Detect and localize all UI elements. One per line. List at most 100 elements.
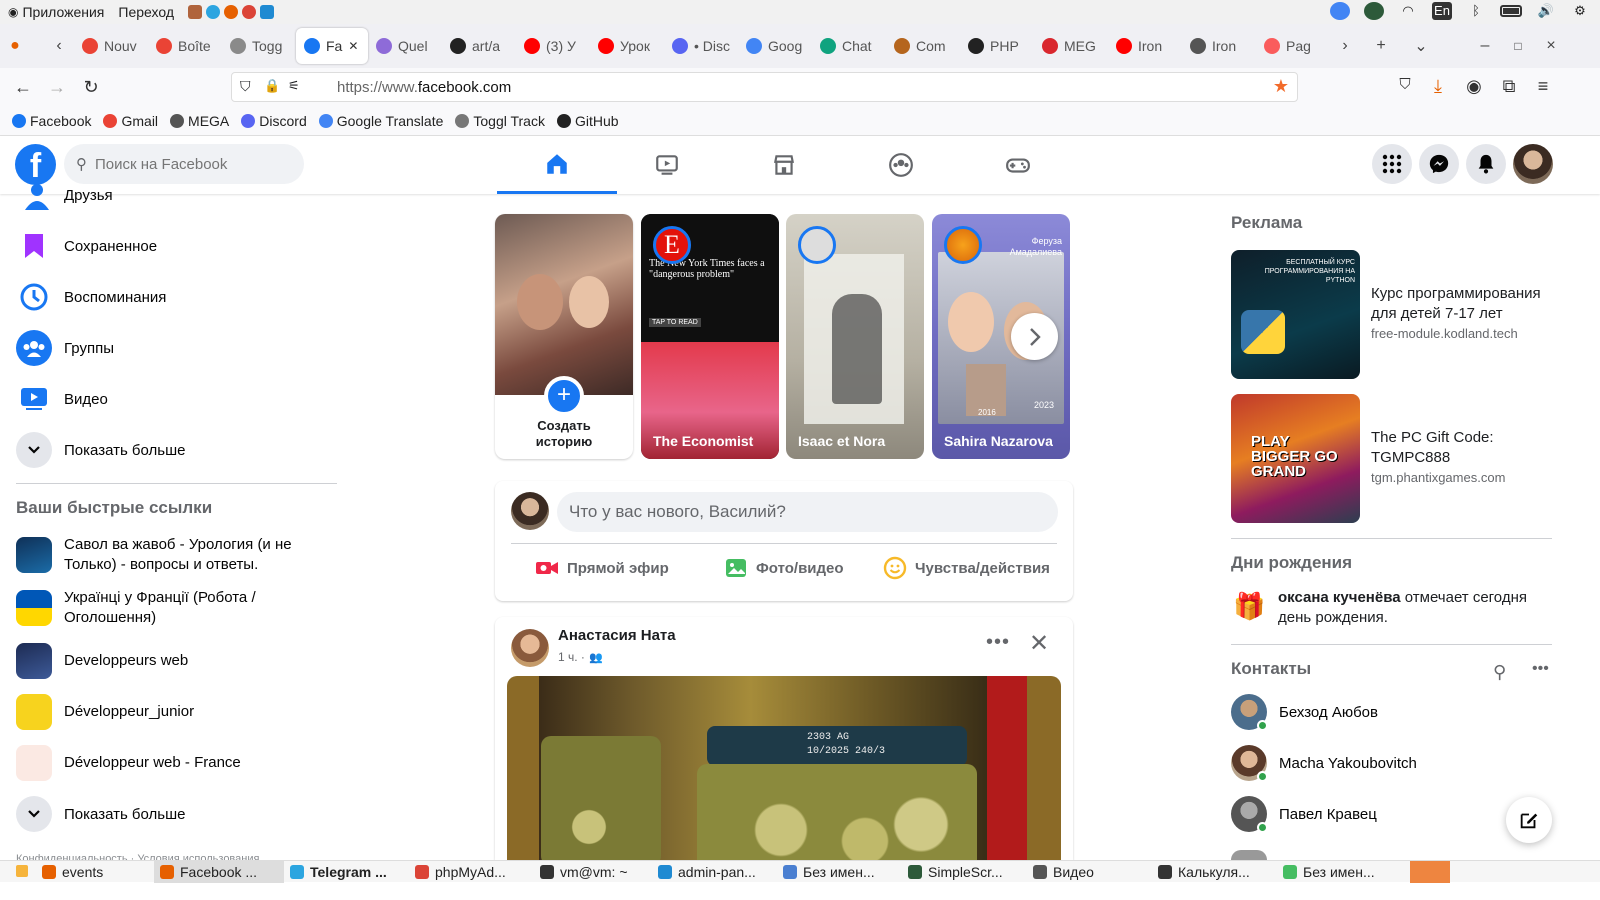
window-maximize-icon[interactable]: □: [1503, 39, 1533, 53]
contacts-more-icon[interactable]: •••: [1532, 660, 1549, 678]
vscode-launcher-icon[interactable]: [260, 5, 275, 19]
composer-avatar[interactable]: [511, 492, 549, 530]
tab-gmail[interactable]: Boîte: [148, 28, 222, 64]
new-message-button[interactable]: [1506, 797, 1552, 843]
tab-home[interactable]: [497, 136, 617, 194]
taskbar-item[interactable]: Без имен...: [1277, 861, 1402, 883]
sidebar-item-groups[interactable]: Группы: [16, 325, 114, 371]
contacts-search-icon[interactable]: ⚲: [1493, 662, 1506, 683]
sidebar-item-saved[interactable]: Сохраненное: [16, 223, 157, 269]
tab-mega[interactable]: MEG: [1034, 28, 1108, 64]
hamburger-menu-icon[interactable]: ≡: [1526, 76, 1560, 97]
weather-icon[interactable]: [1364, 2, 1384, 20]
feeling-button[interactable]: Чувства/действия: [883, 556, 1050, 580]
workspace-switcher[interactable]: [1410, 860, 1450, 883]
search-input[interactable]: [95, 155, 285, 173]
close-post-icon[interactable]: ✕: [1029, 629, 1049, 658]
apps-menu[interactable]: ◉ Приложения: [8, 4, 104, 20]
permissions-icon[interactable]: ⚟: [288, 78, 300, 94]
lock-icon[interactable]: 🔒: [264, 78, 280, 94]
tab-github[interactable]: PHP: [960, 28, 1034, 64]
menu-grid-button[interactable]: [1372, 144, 1412, 184]
ad-image-game[interactable]: PLAY BIGGER GO GRAND: [1231, 394, 1360, 523]
bookmark-google[interactable]: Gmail: [103, 113, 158, 129]
tab-chatgpt[interactable]: Chat: [812, 28, 886, 64]
contact-item[interactable]: Павел Кравец: [1231, 796, 1377, 833]
tab-discord[interactable]: • Disc: [664, 28, 738, 64]
telegram-launcher-icon[interactable]: [206, 5, 221, 19]
list-tabs-chevron-icon[interactable]: ⌄: [1406, 36, 1436, 56]
messenger-button[interactable]: [1419, 144, 1459, 184]
scroll-tabs-right-icon[interactable]: ›: [1330, 37, 1360, 55]
tab-com[interactable]: Com: [886, 28, 960, 64]
tab-youtube[interactable]: Урок: [590, 28, 664, 64]
composer-input[interactable]: Что у вас нового, Василий?: [557, 492, 1058, 532]
more-options-icon[interactable]: •••: [986, 631, 1010, 654]
bookmark-translate[interactable]: Google Translate: [318, 113, 443, 129]
post-image[interactable]: 2303 АG 10/2025 240/3: [507, 676, 1061, 860]
chrome-launcher-icon[interactable]: [242, 5, 257, 19]
add-story-plus-icon[interactable]: +: [544, 376, 584, 416]
account-icon[interactable]: ◉: [1457, 76, 1491, 97]
story-economist[interactable]: The New York Times faces a "dangerous pr…: [641, 214, 779, 459]
ad-title-2[interactable]: The PC Gift Code: TGMPC888: [1371, 428, 1551, 468]
story-isaac-nora[interactable]: Isaac et Nora: [786, 214, 924, 459]
birthday-text[interactable]: оксана кученёва отмечает сегодня день ро…: [1278, 588, 1548, 628]
shield-icon[interactable]: ⛉: [240, 78, 251, 95]
tab-gmail[interactable]: Nouv: [74, 28, 148, 64]
bookmark-github[interactable]: GitHub: [556, 113, 619, 129]
scroll-tabs-left-icon[interactable]: ‹: [44, 37, 74, 55]
taskbar-item[interactable]: Telegram ...: [284, 861, 409, 883]
bookmark-toggl[interactable]: Toggl Track: [455, 113, 545, 129]
keyboard-layout-indicator[interactable]: En: [1432, 2, 1452, 20]
tab-watch[interactable]: [607, 136, 727, 194]
taskbar-item[interactable]: SimpleScr...: [902, 861, 1027, 883]
taskbar-item[interactable]: phpMyAd...: [409, 861, 534, 883]
tab-translate[interactable]: Goog: [738, 28, 812, 64]
quick-link-item[interactable]: Developpeurs web: [16, 643, 316, 679]
quick-link-item[interactable]: Développeur web - France: [16, 745, 316, 781]
tab-itsy[interactable]: Pag: [1256, 28, 1330, 64]
go-menu[interactable]: Переход: [118, 4, 174, 20]
tab-youtube[interactable]: (3) У: [516, 28, 590, 64]
tab-toggl[interactable]: Togg: [222, 28, 296, 64]
profile-avatar-button[interactable]: [1513, 144, 1553, 184]
ad-title-1[interactable]: Курс программирования для детей 7-17 лет: [1371, 284, 1551, 324]
stories-next-button[interactable]: [1011, 313, 1058, 360]
create-story-card[interactable]: + Создать историю: [495, 214, 633, 459]
tab-marketplace[interactable]: [724, 136, 844, 194]
sidebar-item-chevron-down[interactable]: Показать больше: [16, 427, 185, 473]
tab-wikipedia[interactable]: Iron: [1182, 28, 1256, 64]
bookmark-star-icon[interactable]: ★: [1273, 76, 1289, 97]
taskbar-item[interactable]: Без имен...: [777, 861, 902, 883]
photo-video-button[interactable]: Фото/видео: [724, 556, 844, 580]
bookmark-discord[interactable]: Discord: [241, 113, 307, 129]
window-close-icon[interactable]: ×: [1536, 37, 1566, 55]
window-minimize-icon[interactable]: –: [1470, 37, 1500, 55]
show-more-quick-links[interactable]: Показать больше: [16, 791, 185, 837]
close-tab-icon[interactable]: ✕: [348, 39, 358, 53]
notifications-button[interactable]: [1466, 144, 1506, 184]
files-launcher-icon[interactable]: [188, 5, 203, 19]
tab-quel[interactable]: Quel: [368, 28, 442, 64]
new-tab-plus-icon[interactable]: +: [1366, 37, 1396, 55]
wifi-icon[interactable]: ◠: [1398, 2, 1418, 20]
contact-item[interactable]: Macha Yakoubovitch: [1231, 745, 1417, 782]
back-arrow-icon[interactable]: ←: [6, 77, 40, 98]
url-bar[interactable]: ⛉ 🔒 ⚟ https://www. facebook.com ★: [231, 72, 1298, 102]
taskbar-item[interactable]: Видео: [1027, 861, 1152, 883]
taskbar-item[interactable]: events: [36, 861, 154, 883]
tab-groups[interactable]: [841, 136, 961, 194]
taskbar-item[interactable]: Facebook ...: [154, 860, 284, 883]
taskbar-item[interactable]: admin-pan...: [652, 861, 777, 883]
volume-icon[interactable]: 🔊: [1536, 2, 1556, 20]
post-time[interactable]: 1 ч. ·: [558, 650, 585, 664]
contact-item[interactable]: Бехзод Аюбов: [1231, 694, 1378, 731]
reload-icon[interactable]: ↻: [74, 77, 108, 98]
bookmark-facebook[interactable]: Facebook: [12, 113, 91, 129]
downloads-icon[interactable]: ⤓: [1421, 76, 1455, 97]
taskbar-item[interactable]: vm@vm: ~: [534, 861, 652, 883]
ad-image-python[interactable]: БЕСПЛАТНЫЙ КУРС ПРОГРАММИРОВАНИЯ НА PYTH…: [1231, 250, 1360, 379]
quick-link-item[interactable]: Développeur_junior: [16, 694, 316, 730]
bluetooth-icon[interactable]: ᛒ: [1466, 2, 1486, 20]
